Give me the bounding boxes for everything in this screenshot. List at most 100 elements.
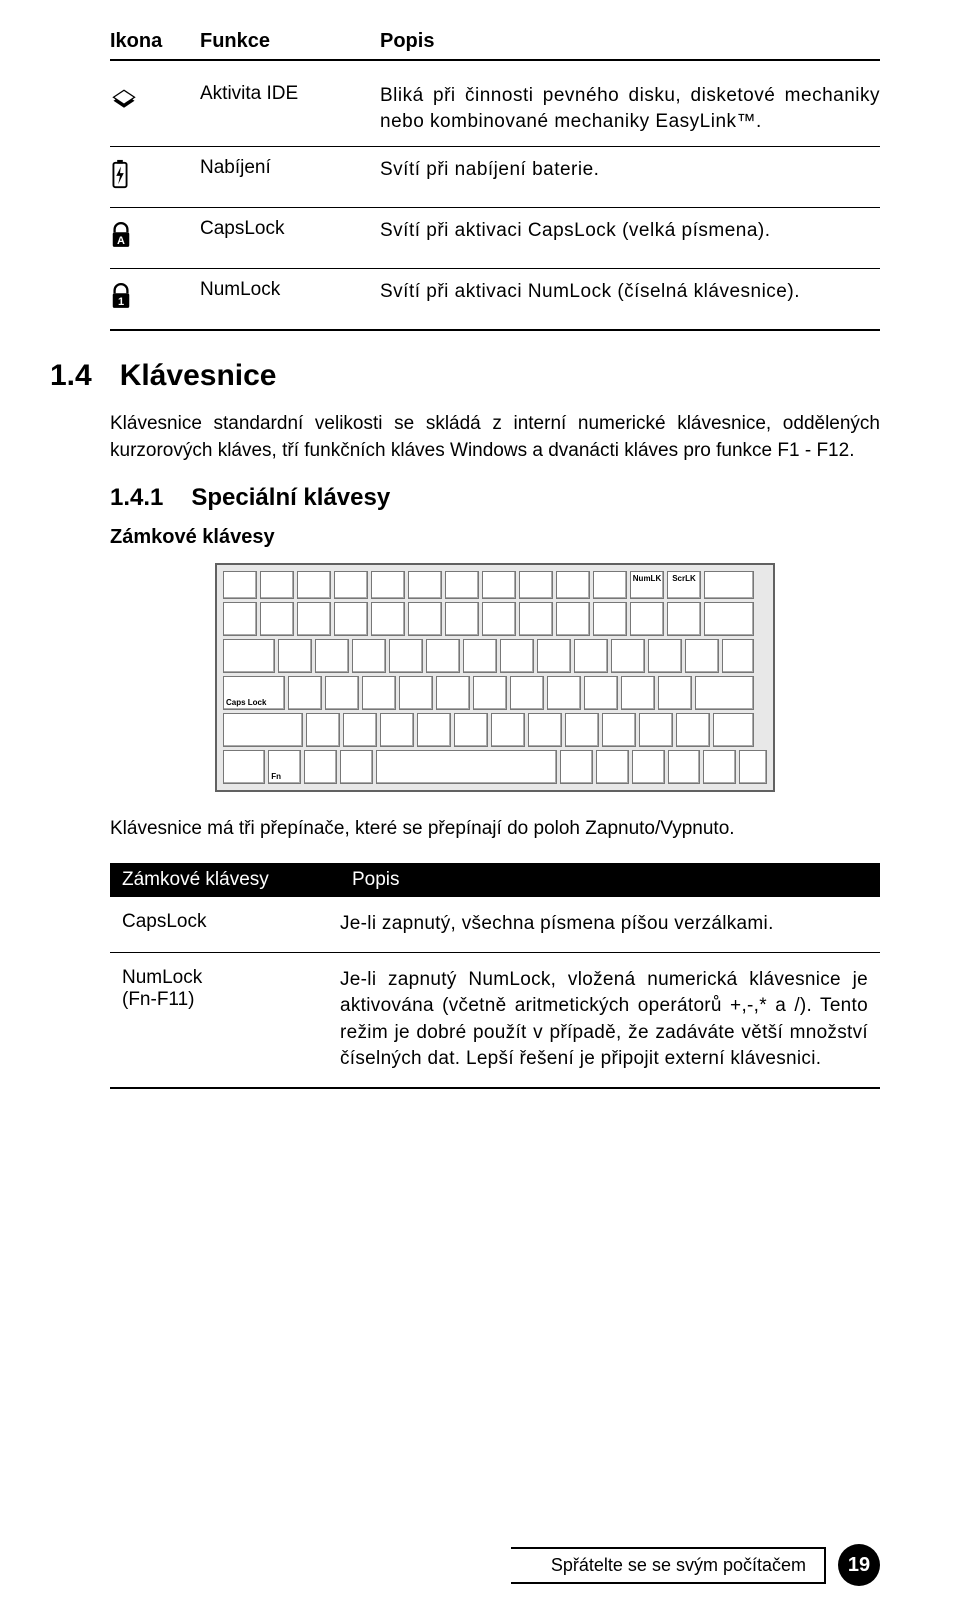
key (621, 676, 655, 710)
key (380, 713, 414, 747)
key (223, 750, 265, 784)
cell-func: CapsLock (200, 218, 380, 256)
subsection-heading: 1.4.1 Speciální klávesy (110, 484, 880, 512)
table-header-row: Ikona Funkce Popis (110, 30, 880, 61)
key (584, 676, 618, 710)
key (223, 713, 303, 747)
key (713, 713, 754, 747)
cell-func: NumLock (200, 279, 380, 317)
key (547, 676, 581, 710)
cell-func: Aktivita IDE (200, 83, 380, 134)
key (611, 639, 645, 673)
capslock-key: Caps Lock (223, 676, 285, 710)
cell-icon: 1 (110, 279, 200, 317)
subsection-number: 1.4.1 (110, 484, 163, 512)
key (334, 602, 368, 636)
lock-keys-table: Zámkové klávesy Popis CapsLock Je-li zap… (110, 863, 880, 1089)
paragraph: Klávesnice standardní velikosti se sklád… (110, 411, 880, 464)
key (703, 750, 736, 784)
subsection-title: Speciální klávesy (191, 484, 390, 512)
key (560, 750, 593, 784)
capslock-icon: A (110, 220, 138, 256)
cell-desc: Svítí při nabíjení baterie. (380, 157, 880, 195)
key (445, 571, 479, 599)
keyboard-row (223, 639, 767, 673)
key (223, 571, 257, 599)
numlk-key: NumLK (630, 571, 664, 599)
key (632, 750, 665, 784)
table-row: CapsLock Je-li zapnutý, všechna písmena … (110, 897, 880, 953)
sub-heading: Zámkové klávesy (110, 526, 880, 549)
key (454, 713, 488, 747)
cell-icon: A (110, 218, 200, 256)
lock-key-combo: (Fn-F11) (122, 989, 194, 1010)
keyboard-diagram: NumLK ScrLK Caps Lock (215, 563, 775, 792)
th-icon: Ikona (110, 30, 200, 53)
key (445, 602, 479, 636)
key (639, 713, 673, 747)
keyboard-row (223, 713, 767, 747)
key (223, 602, 257, 636)
key (408, 571, 442, 599)
keyboard-row: Caps Lock (223, 676, 767, 710)
key (519, 602, 553, 636)
key (667, 602, 701, 636)
disk-icon (110, 85, 138, 121)
key (297, 602, 331, 636)
key (306, 713, 340, 747)
fn-key: Fn (268, 750, 301, 784)
key (648, 639, 682, 673)
key (297, 571, 331, 599)
key (519, 571, 553, 599)
key (482, 602, 516, 636)
key (500, 639, 534, 673)
key (399, 676, 433, 710)
table-row: 1 NumLock Svítí při aktivaci NumLock (čí… (110, 269, 880, 331)
key (371, 571, 405, 599)
key (491, 713, 525, 747)
key (408, 602, 442, 636)
key (362, 676, 396, 710)
key (315, 639, 349, 673)
lock-th-1: Zámkové klávesy (122, 869, 352, 891)
lock-table-header: Zámkové klávesy Popis (110, 863, 880, 897)
key (389, 639, 423, 673)
lock-key-name: CapsLock (122, 911, 207, 932)
lock-key-name: NumLock (122, 967, 202, 988)
paragraph: Klávesnice má tři přepínače, které se př… (110, 816, 880, 843)
cell-desc: Bliká při činnosti pevného disku, disket… (380, 83, 880, 134)
section-heading: 1.4 Klávesnice (110, 359, 880, 393)
key (463, 639, 497, 673)
key (334, 571, 368, 599)
key (695, 676, 754, 710)
lock-cell-key: CapsLock (122, 911, 340, 938)
key (593, 602, 627, 636)
lock-cell-key: NumLock (Fn-F11) (122, 967, 340, 1073)
key (288, 676, 322, 710)
key (739, 750, 767, 784)
key (556, 602, 590, 636)
key (482, 571, 516, 599)
scrlk-key: ScrLK (667, 571, 701, 599)
key (676, 713, 710, 747)
page-number: 19 (838, 1544, 880, 1586)
key (596, 750, 629, 784)
key (340, 750, 373, 784)
key (304, 750, 337, 784)
key (565, 713, 599, 747)
key (260, 571, 294, 599)
key (602, 713, 636, 747)
key (704, 602, 754, 636)
key (352, 639, 386, 673)
table-row: Aktivita IDE Bliká při činnosti pevného … (110, 73, 880, 147)
battery-charging-icon (110, 159, 138, 195)
key (537, 639, 571, 673)
th-func: Funkce (200, 30, 380, 53)
key (685, 639, 719, 673)
numlock-icon: 1 (110, 281, 138, 317)
table-row: A CapsLock Svítí při aktivaci CapsLock (… (110, 208, 880, 269)
key (343, 713, 377, 747)
page-footer: Spřátelte se se svým počítačem 19 (511, 1544, 880, 1586)
cell-func: Nabíjení (200, 157, 380, 195)
key (371, 602, 405, 636)
